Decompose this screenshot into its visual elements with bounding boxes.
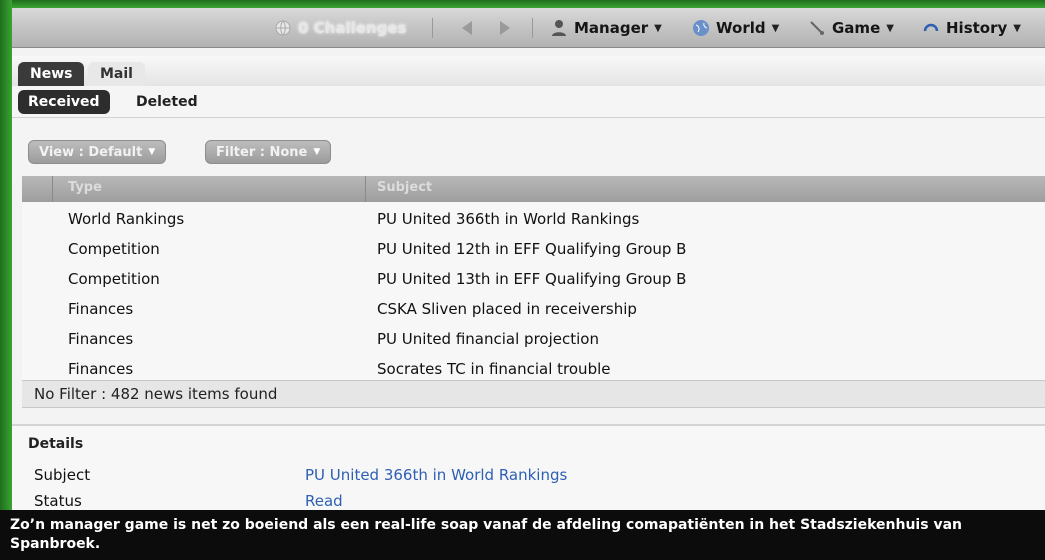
globe-icon [274, 19, 292, 37]
details-subject-link[interactable]: PU United 366th in World Rankings [305, 466, 567, 484]
chevron-down-icon: ▼ [148, 147, 156, 157]
chevron-down-icon: ▼ [1013, 22, 1021, 34]
world-icon [692, 19, 710, 37]
game-label: Game [832, 19, 881, 37]
game-menu[interactable]: Game ▼ [808, 17, 894, 39]
row-subject: PU United financial projection [377, 330, 599, 348]
row-type: Competition [68, 240, 160, 258]
details-status-label: Status [34, 492, 82, 510]
row-subject: CSKA Sliven placed in receivership [377, 300, 637, 318]
row-type: Finances [68, 360, 134, 378]
table-row[interactable]: Finances PU United financial projection [22, 324, 1045, 354]
row-type: Finances [68, 330, 134, 348]
row-subject: PU United 12th in EFF Qualifying Group B [377, 240, 687, 258]
manager-icon [550, 19, 568, 37]
news-panel: News Mail Received Deleted View : Defaul… [12, 48, 1045, 510]
column-divider [365, 176, 366, 202]
table-row[interactable]: Finances CSKA Sliven placed in receivers… [22, 294, 1045, 324]
subtabs-row: Received Deleted [12, 86, 1045, 118]
world-label: World [716, 19, 766, 37]
menu-separator [432, 18, 433, 38]
caption: Zo’n manager game is net zo boeiend als … [0, 510, 1045, 560]
row-type: Finances [68, 300, 134, 318]
table-row[interactable]: Competition PU United 13th in EFF Qualif… [22, 264, 1045, 294]
row-subject: Socrates TC in financial trouble [377, 360, 611, 378]
challenges-label: 0 Challenges [298, 19, 407, 37]
view-dropdown-label: View : Default [39, 144, 143, 160]
table-status-bar: No Filter : 482 news items found [22, 380, 1045, 408]
row-subject: PU United 366th in World Rankings [377, 210, 640, 228]
row-subject: PU United 13th in EFF Qualifying Group B [377, 270, 687, 288]
menu-separator [532, 18, 533, 38]
column-divider [52, 176, 53, 202]
news-table: Type Subject World Rankings PU United 36… [22, 176, 1045, 408]
chevron-down-icon: ▼ [654, 22, 662, 34]
tab-mail[interactable]: Mail [88, 62, 145, 86]
game-icon [808, 19, 826, 37]
frame-left [0, 0, 12, 560]
table-header: Type Subject [22, 176, 1045, 202]
view-dropdown[interactable]: View : Default ▼ [28, 140, 167, 164]
column-header-subject[interactable]: Subject [377, 180, 432, 195]
world-menu[interactable]: World ▼ [692, 17, 779, 39]
tabs-row: News Mail [12, 56, 1045, 86]
challenges-menu[interactable]: 0 Challenges [274, 17, 406, 39]
history-label: History [946, 19, 1008, 37]
chevron-down-icon: ▼ [886, 22, 894, 34]
tab-news[interactable]: News [18, 62, 85, 86]
top-menu-bar: 0 Challenges Manager ▼ World ▼ Game ▼ Hi… [12, 8, 1045, 48]
table-row[interactable]: World Rankings PU United 366th in World … [22, 204, 1045, 234]
history-icon [922, 19, 940, 37]
details-heading: Details [28, 436, 84, 452]
column-header-type[interactable]: Type [68, 180, 102, 195]
forward-arrow-icon[interactable] [500, 21, 510, 35]
history-menu[interactable]: History ▼ [922, 17, 1021, 39]
row-type: World Rankings [68, 210, 185, 228]
filter-dropdown[interactable]: Filter : None ▼ [205, 140, 332, 164]
details-subject-label: Subject [34, 466, 91, 484]
manager-label: Manager [574, 19, 649, 37]
details-status-value[interactable]: Read [305, 492, 343, 510]
row-type: Competition [68, 270, 160, 288]
back-arrow-icon[interactable] [462, 21, 472, 35]
subtab-deleted[interactable]: Deleted [126, 90, 208, 114]
frame-top [0, 0, 1045, 8]
filter-bar: View : Default ▼ Filter : None ▼ [12, 118, 1045, 178]
details-panel: Details Subject PU United 366th in World… [12, 424, 1045, 510]
filter-dropdown-label: Filter : None [216, 144, 308, 160]
chevron-down-icon: ▼ [313, 147, 321, 157]
manager-menu[interactable]: Manager ▼ [550, 17, 662, 39]
subtab-received[interactable]: Received [18, 90, 110, 114]
table-row[interactable]: Competition PU United 12th in EFF Qualif… [22, 234, 1045, 264]
chevron-down-icon: ▼ [771, 22, 780, 34]
